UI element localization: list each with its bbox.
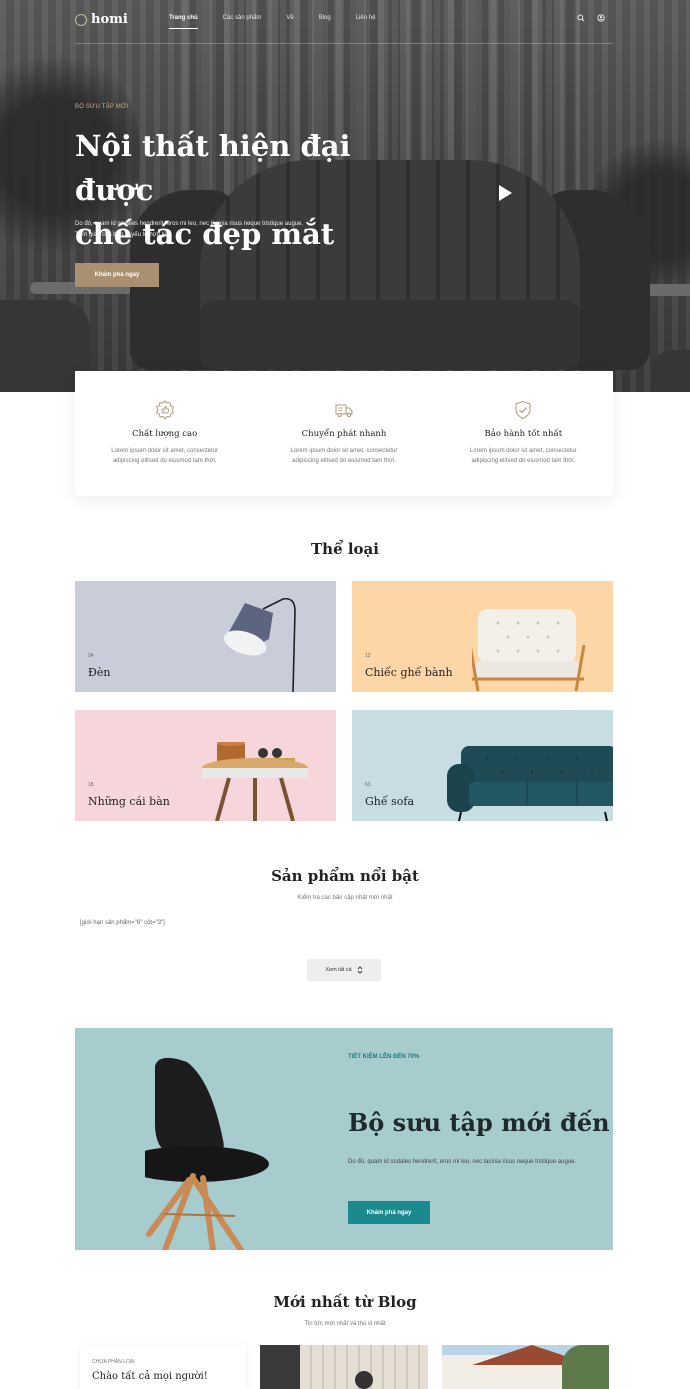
blog-post-card[interactable]: CHƯA PHÂN LOẠI Chào tất cả mọi người! [80,1345,246,1389]
category-lamps[interactable]: 24 Đèn [75,581,336,692]
category-tables[interactable]: 18 Những cái bàn [75,710,336,821]
feature-delivery: Chuyển phát nhanh Lorem ipsum dolor sit … [254,371,433,496]
hero-description: Do đó, quam id sodales hendrerit, eros m… [75,219,345,241]
nav-links: Trang chủ Các sản phẩm Về Blog Liên hệ [169,15,400,29]
nav-icons [577,14,605,22]
blog-post-image[interactable] [442,1345,609,1389]
features-card: Chất lượng cao Lorem ipsum dolor sit ame… [75,371,613,496]
promo-title: Bộ sưu tập mới đến [348,1108,610,1137]
sofa-seat [200,300,580,370]
feature-description: Lorem ipsum dolor sit amet, consectetur … [111,448,219,464]
blog-subtitle: Tin tức mới nhất và thú vị nhất [304,1321,386,1327]
nav-link-about[interactable]: Về [286,15,293,21]
featured-title: Sản phẩm nổi bật [271,867,419,885]
promo-description: Do đó, quam id sodales hendrerit, eros m… [348,1159,577,1165]
blog-image-tree [562,1345,609,1389]
hero-title-line-1: Nội thất hiện đại được [75,129,351,207]
feature-quality: Chất lượng cao Lorem ipsum dolor sit ame… [75,371,254,496]
blog-title: Mới nhất từ Blog [273,1293,417,1311]
blog-post-title: Chào tất cả mọi người! [92,1371,208,1382]
truck-icon [335,404,353,418]
nav-link-contact[interactable]: Liên hệ [356,15,376,21]
category-name: Đèn [88,666,111,679]
category-count: 24 [88,653,94,659]
user-icon[interactable] [597,14,605,22]
logo-text: homi [91,12,128,27]
logo-icon [75,13,87,26]
armchair-right [652,350,690,392]
category-sofas[interactable]: 63 Ghế sofa [352,710,613,821]
shield-check-icon [515,401,531,420]
categories-title: Thể loại [311,540,379,558]
main-nav: homi Trang chủ Các sản phẩm Về Blog Liên… [75,0,613,44]
hero-explore-button[interactable]: Khám phá ngay [75,263,159,287]
sofa-image [447,746,613,821]
hero-description-line-2: Thời gian của bạn là yếu tố hợp lý. [75,232,168,238]
feature-title: Chất lượng cao [132,429,198,439]
category-count: 12 [365,653,371,659]
armchair-image [472,609,586,692]
table-image [202,742,308,821]
category-name: Chiếc ghế bành [365,666,453,679]
sort-arrows-icon [357,966,362,974]
hero-kicker: BỘ SƯU TẬP MỚI [75,104,129,110]
category-count: 18 [88,782,94,788]
category-armchairs[interactable]: 12 Chiếc ghế bành [352,581,613,692]
search-icon[interactable] [577,14,585,22]
promo-banner: TIẾT KIỆM LÊN ĐẾN 70% Bộ sưu tập mới đến… [75,1028,613,1250]
featured-subtitle: Kiểm tra các bản cập nhật mới nhất [297,895,393,901]
blog-image-clock [355,1371,373,1389]
promo-kicker: TIẾT KIỆM LÊN ĐẾN 70% [348,1054,420,1060]
category-name: Những cái bàn [88,795,170,808]
feature-description: Lorem ipsum dolor sit amet, consectetur … [290,448,398,464]
lamp-image [223,597,296,692]
nav-link-home[interactable]: Trang chủ [169,15,198,29]
feature-warranty: Bảo hành tốt nhất Lorem ipsum dolor sit … [434,371,613,496]
hero-description-line-1: Do đó, quam id sodales hendrerit, eros m… [75,221,304,227]
thumbs-up-icon [155,400,174,420]
feature-title: Bảo hành tốt nhất [484,429,563,439]
play-icon[interactable] [499,185,512,201]
promo-chair-image [145,1057,269,1250]
feature-title: Chuyển phát nhanh [301,429,387,439]
blog-post-image[interactable] [260,1345,428,1389]
feature-description: Lorem ipsum dolor sit amet, consectetur … [469,448,577,464]
see-all-button[interactable]: Xem tất cả [307,959,381,981]
nav-link-products[interactable]: Các sản phẩm [223,15,262,21]
see-all-label: Xem tất cả [325,967,352,973]
logo[interactable]: homi [75,12,128,27]
nav-link-blog[interactable]: Blog [319,15,331,21]
product-shortcode: [giới hạn sản phẩm="6" cột="3"] [80,920,165,926]
category-name: Ghế sofa [365,795,415,808]
blog-post-category: CHƯA PHÂN LOẠI [92,1359,135,1365]
promo-explore-button[interactable]: Khám phá ngay [348,1201,430,1224]
category-count: 63 [365,782,371,788]
hero-section: homi Trang chủ Các sản phẩm Về Blog Liên… [0,0,690,392]
